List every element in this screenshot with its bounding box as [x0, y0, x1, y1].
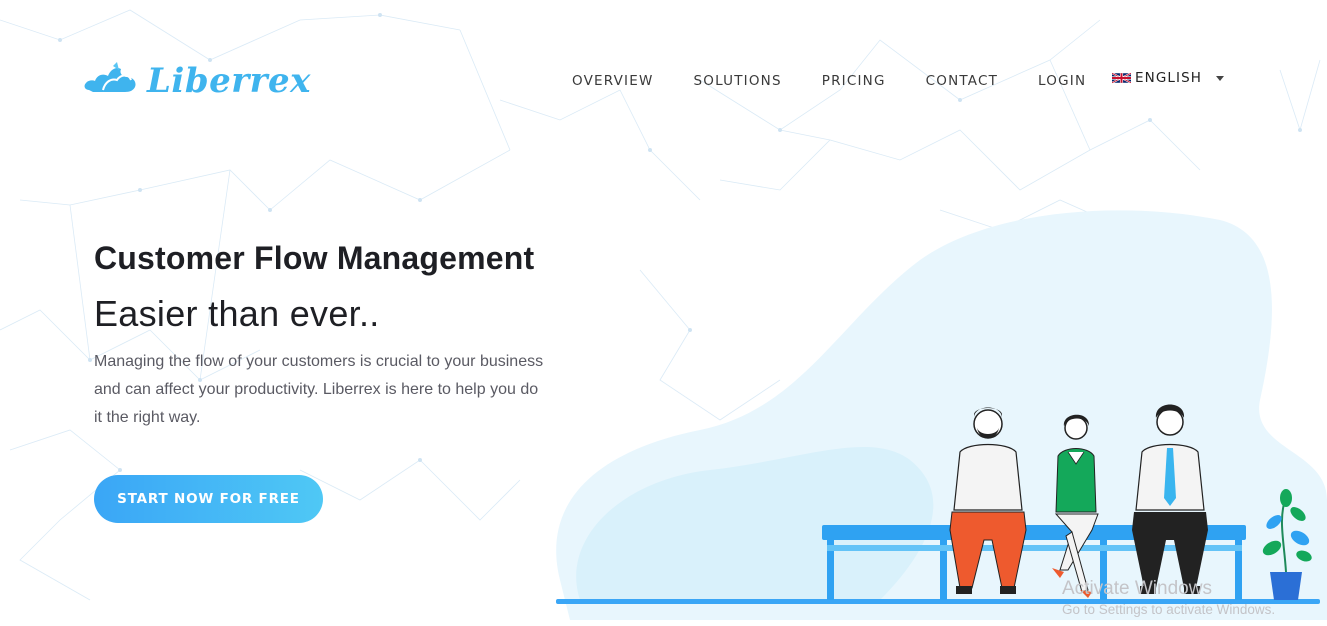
nav-pricing[interactable]: PRICING	[822, 71, 886, 91]
cloud-logo-icon	[84, 62, 136, 92]
nav-contact[interactable]: CONTACT	[926, 71, 998, 91]
hero-title: Customer Flow Management	[94, 240, 535, 276]
watermark-subtitle: Go to Settings to activate Windows.	[1062, 602, 1276, 617]
nav-solutions[interactable]: SOLUTIONS	[694, 71, 782, 91]
language-selector[interactable]: ENGLISH	[1112, 70, 1225, 86]
hero-description: Managing the flow of your customers is c…	[94, 353, 544, 426]
language-label: ENGLISH	[1135, 70, 1203, 86]
nav-overview[interactable]: OVERVIEW	[572, 71, 654, 91]
hero-section: Customer Flow Management Easier than eve…	[94, 238, 554, 432]
uk-flag-icon	[1112, 72, 1131, 84]
main-nav: OVERVIEW SOLUTIONS PRICING CONTACT LOGIN	[572, 71, 1126, 91]
people-waiting-on-bench-illustration	[556, 210, 1327, 621]
caret-down-icon	[1216, 75, 1225, 81]
brand-logo[interactable]: Liberrex	[83, 60, 311, 102]
windows-activation-watermark: Activate Windows Go to Settings to activ…	[1062, 578, 1275, 619]
nav-login[interactable]: LOGIN	[1038, 71, 1086, 91]
start-now-button[interactable]: START NOW FOR FREE	[94, 475, 323, 523]
hero-subtitle: Easier than ever..	[94, 293, 380, 334]
site-header: Liberrex OVERVIEW SOLUTIONS PRICING CONT…	[0, 0, 1327, 140]
brand-name: Liberrex	[147, 61, 311, 101]
watermark-title: Activate Windows	[1062, 578, 1212, 599]
